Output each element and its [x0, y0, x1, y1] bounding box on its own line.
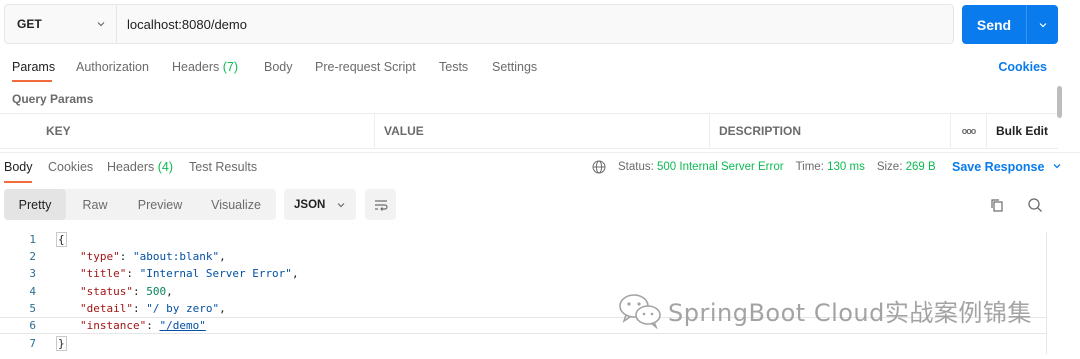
- search-icon[interactable]: [1026, 196, 1044, 214]
- tab-label: Test Results: [189, 160, 258, 174]
- tab-label: Body: [264, 60, 293, 74]
- json-value-link[interactable]: "/demo": [159, 319, 205, 332]
- code-line: 7 }: [0, 335, 1046, 352]
- format-select[interactable]: JSON: [284, 189, 356, 220]
- watermark-text: SpringBoot Cloud实战案例锦集: [668, 298, 1032, 327]
- code-line: 3 "title": "Internal Server Error",: [0, 265, 1046, 282]
- json-key: "status": [80, 285, 133, 298]
- code-line: 1 {: [0, 231, 1046, 248]
- status-label: Status:: [618, 161, 654, 173]
- column-header-description: DESCRIPTION: [709, 114, 950, 148]
- active-tab-indicator: [12, 80, 52, 82]
- json-value: "Internal Server Error": [139, 267, 292, 280]
- size-label: Size:: [876, 161, 903, 173]
- tab-label: Settings: [492, 60, 538, 74]
- json-key: "instance": [80, 319, 147, 332]
- send-button[interactable]: Send: [962, 5, 1058, 44]
- tab-authorization[interactable]: Authorization: [76, 60, 149, 74]
- tab-label: Body: [4, 160, 33, 174]
- wrap-lines-button[interactable]: [365, 189, 396, 220]
- tab-settings[interactable]: Settings: [492, 60, 537, 74]
- tab-label: Headers: [172, 60, 220, 74]
- view-mode-switch: Pretty Raw Preview Visualize: [4, 189, 276, 220]
- method-select[interactable]: GET: [5, 5, 117, 43]
- more-options-icon[interactable]: ooo: [950, 114, 986, 148]
- format-label: JSON: [294, 198, 326, 211]
- editor-scrollbar[interactable]: [1046, 232, 1047, 354]
- active-tab-indicator: [4, 181, 32, 183]
- tab-tests[interactable]: Tests: [439, 60, 468, 74]
- column-header-value: VALUE: [374, 114, 709, 148]
- size-value: 269 B: [905, 161, 936, 173]
- line-number: 7: [29, 337, 36, 350]
- tab-body[interactable]: Body: [264, 60, 293, 74]
- url-input[interactable]: localhost:8080/demo: [117, 5, 953, 43]
- line-number: 4: [29, 285, 36, 298]
- tab-label: Tests: [439, 60, 469, 74]
- time-value: 130 ms: [827, 161, 865, 173]
- tab-label: Cookies: [48, 160, 94, 174]
- chevron-down-icon: [1053, 164, 1061, 169]
- close-brace: }: [56, 336, 67, 351]
- copy-icon[interactable]: [988, 196, 1006, 214]
- save-response-button[interactable]: Save Response: [952, 160, 1062, 174]
- tab-label: Authorization: [76, 60, 149, 74]
- status-value: 500 Internal Server Error: [657, 161, 784, 173]
- json-key: "title": [80, 267, 127, 280]
- code-line: 2 "type": "about:blank",: [0, 248, 1046, 265]
- chevron-down-icon: [1039, 22, 1046, 27]
- request-tabs: Params Authorization Headers (7) Body Pr…: [0, 54, 1080, 84]
- query-params-table: KEY VALUE DESCRIPTION ooo Bulk Edit: [0, 113, 1058, 149]
- tab-response-body[interactable]: Body: [4, 160, 33, 174]
- send-label: Send: [976, 16, 1012, 33]
- json-value: 500: [146, 285, 167, 298]
- wechat-icon: [619, 294, 661, 330]
- tab-pre-request-script[interactable]: Pre-request Script: [315, 60, 416, 74]
- query-params-title: Query Params: [12, 92, 94, 106]
- cookies-link[interactable]: Cookies: [998, 60, 1047, 74]
- tab-response-cookies[interactable]: Cookies: [48, 160, 93, 174]
- response-meta: Status: 500 Internal Server Error Time: …: [592, 160, 936, 174]
- time-label: Time:: [795, 161, 824, 173]
- json-key: "type": [80, 250, 120, 263]
- line-number: 6: [29, 319, 36, 332]
- open-brace: {: [56, 232, 67, 247]
- response-tabs: Body Cookies Headers (4) Test Results St…: [0, 152, 1080, 184]
- chevron-down-icon: [97, 22, 105, 27]
- view-mode-preview[interactable]: Preview: [124, 189, 196, 220]
- tab-test-results[interactable]: Test Results: [189, 160, 257, 174]
- bulk-edit-button[interactable]: Bulk Edit: [986, 114, 1058, 148]
- view-mode-raw[interactable]: Raw: [66, 189, 124, 220]
- view-mode-visualize[interactable]: Visualize: [196, 189, 276, 220]
- json-value: "about:blank": [133, 250, 220, 263]
- column-header-key: KEY: [46, 124, 71, 138]
- method-label: GET: [17, 17, 42, 31]
- chevron-down-icon: [337, 203, 345, 208]
- tab-label: Params: [12, 60, 56, 74]
- save-response-label: Save Response: [952, 160, 1045, 174]
- tab-label: Headers: [107, 160, 155, 174]
- view-mode-pretty[interactable]: Pretty: [4, 189, 66, 220]
- send-options-button[interactable]: [1026, 5, 1058, 44]
- tab-count: (4): [157, 160, 174, 174]
- tab-count: (7): [222, 60, 239, 74]
- tab-response-headers[interactable]: Headers (4): [107, 160, 173, 174]
- json-value: "/ by zero": [146, 302, 220, 315]
- line-number: 2: [29, 250, 36, 263]
- line-number: 5: [29, 302, 36, 315]
- json-key: "detail": [80, 302, 133, 315]
- watermark: SpringBoot Cloud实战案例锦集: [616, 290, 1032, 330]
- wrap-lines-icon: [374, 199, 388, 211]
- tab-label: Pre-request Script: [315, 60, 416, 74]
- globe-icon: [592, 160, 606, 174]
- line-number: 1: [29, 233, 36, 246]
- line-number: 3: [29, 267, 36, 280]
- tab-params[interactable]: Params: [12, 60, 55, 74]
- tab-headers[interactable]: Headers (7): [172, 60, 238, 74]
- scrollbar-thumb[interactable]: [1057, 86, 1062, 118]
- request-bar: GET localhost:8080/demo: [4, 4, 954, 44]
